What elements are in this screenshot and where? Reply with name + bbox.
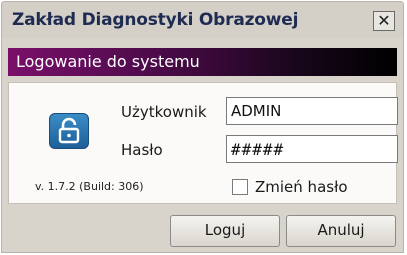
change-password-checkbox[interactable] bbox=[232, 179, 248, 195]
close-button[interactable]: ✕ bbox=[373, 11, 395, 31]
cancel-button[interactable]: Anuluj bbox=[286, 215, 396, 247]
version-text: v. 1.7.2 (Build: 306) bbox=[35, 180, 144, 193]
user-input[interactable] bbox=[226, 97, 398, 125]
close-icon: ✕ bbox=[377, 11, 391, 30]
header-title: Logowanie do systemu bbox=[16, 52, 200, 71]
user-label: Użytkownik bbox=[121, 103, 207, 121]
password-label: Hasło bbox=[121, 141, 163, 159]
window-title: Zakład Diagnostyki Obrazowej bbox=[12, 10, 299, 30]
login-dialog: Zakład Diagnostyki Obrazowej ✕ Logowanie… bbox=[1, 1, 404, 253]
lock-icon bbox=[49, 113, 89, 149]
title-bar: Zakład Diagnostyki Obrazowej ✕ bbox=[2, 2, 403, 38]
password-input[interactable] bbox=[226, 135, 398, 163]
change-password-label[interactable]: Zmień hasło bbox=[255, 178, 348, 196]
header-banner: Logowanie do systemu bbox=[8, 48, 397, 76]
login-form: Użytkownik Hasło v. 1.7.2 (Build: 306) Z… bbox=[8, 82, 398, 204]
login-button[interactable]: Loguj bbox=[170, 215, 280, 247]
